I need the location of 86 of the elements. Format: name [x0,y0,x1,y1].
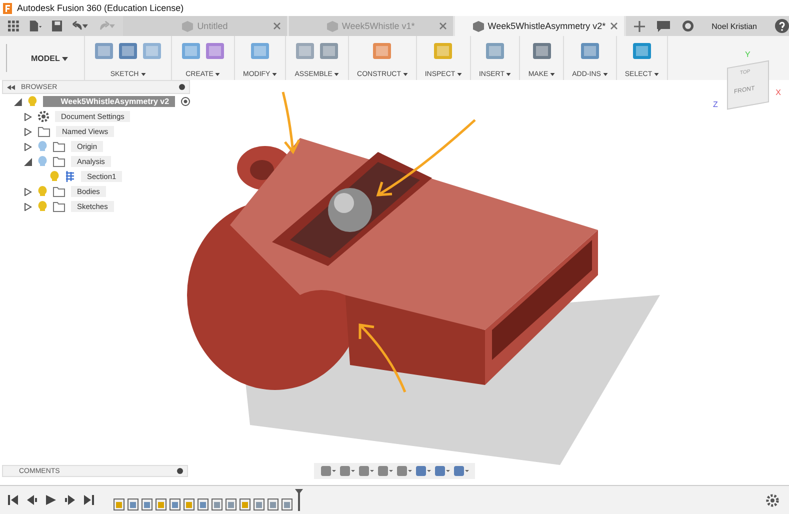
cube-icon [182,20,194,32]
folder-icon [53,142,65,152]
expand-toggle[interactable] [24,202,32,210]
caret-icon [550,73,556,76]
expand-toggle[interactable] [24,158,32,166]
timeline-feature-icon[interactable] [169,498,181,511]
timeline-feature-icon[interactable] [113,498,125,511]
caret-icon [456,73,462,76]
nav-tool-icon[interactable] [434,465,450,477]
tool-icon[interactable] [579,40,601,62]
skip-start-icon[interactable] [8,495,18,505]
undo-icon[interactable] [72,20,89,32]
caret-icon [140,73,146,76]
tool-icon[interactable] [318,40,340,62]
timeline-feature-icon[interactable] [141,498,153,511]
expand-toggle[interactable] [24,112,32,120]
folder-icon [38,126,50,136]
close-icon[interactable] [272,22,281,30]
tool-icon[interactable] [204,40,226,62]
gear-icon [38,111,49,122]
timeline-feature-icon[interactable] [183,498,195,511]
nav-tool-icon[interactable] [339,465,355,477]
new-tab-icon[interactable] [634,20,645,32]
tab-label: Untitled [197,21,228,31]
file-icon[interactable] [28,20,42,32]
timeline-feature-icon[interactable] [253,498,265,511]
nav-tool-icon[interactable] [320,465,336,477]
caret-icon [506,73,512,76]
folder-icon [53,202,65,212]
annotation-arrow [358,324,406,394]
expand-toggle[interactable] [14,98,22,106]
timeline-feature-icon[interactable] [211,498,223,511]
timeline-feature-icon[interactable] [155,498,167,511]
chat-icon[interactable] [656,20,670,32]
play-icon[interactable] [46,495,56,505]
tab-label: Week5Whistle v1* [342,21,415,31]
caret-icon [272,73,278,76]
help-icon[interactable] [775,19,789,33]
timeline-marker-icon[interactable] [295,489,303,511]
tab-label: Week5WhistleAsymmetry v2* [488,21,606,31]
nav-tool-icon[interactable] [415,465,431,477]
folder-icon [53,186,65,196]
caret-icon [602,73,608,76]
pin-icon[interactable] [177,468,183,474]
close-icon[interactable] [438,22,447,30]
tool-icon[interactable] [530,40,553,62]
caret-icon [402,73,408,76]
settings-icon[interactable] [766,494,779,506]
app-logo-icon [3,2,12,14]
nav-tool-icon[interactable] [377,465,393,477]
skip-end-icon[interactable] [84,495,94,505]
nav-tool-icon[interactable] [453,465,469,477]
window-title: Autodesk Fusion 360 (Education License) [17,3,184,13]
timeline-feature-icon[interactable] [197,498,209,511]
timeline-feature-icon[interactable] [267,498,279,511]
step-forward-icon[interactable] [65,495,75,505]
section-plane-icon [65,171,75,182]
caret-icon [654,73,659,76]
caret-icon [334,73,340,76]
timeline-feature-icon[interactable] [225,498,237,511]
caret-icon [215,73,220,76]
folder-icon [53,156,65,166]
expand-toggle[interactable] [24,128,32,136]
document-tab[interactable]: Week5WhistleAsymmetry v2* [454,16,626,36]
nav-tool-icon[interactable] [358,465,374,477]
save-icon[interactable] [52,20,62,32]
clock-icon[interactable] [682,20,694,32]
active-radio-icon[interactable] [181,97,190,106]
timeline-feature-icon[interactable] [127,498,139,511]
timeline-feature-icon[interactable] [239,498,251,511]
nav-tool-icon[interactable] [396,465,412,477]
caret-icon [62,56,68,60]
apps-grid-icon[interactable] [8,20,19,32]
annotation-arrow [282,90,300,154]
tool-icon[interactable] [117,40,139,62]
cube-icon [472,20,484,32]
close-icon[interactable] [610,22,618,30]
expand-toggle[interactable] [24,142,32,150]
cube-icon [326,20,338,32]
expand-toggle[interactable] [24,188,32,196]
pin-icon[interactable] [179,84,185,90]
tool-icon[interactable] [630,40,653,62]
collapse-icon[interactable] [7,84,15,90]
timeline-feature-icon[interactable] [281,498,293,511]
step-back-icon[interactable] [27,495,37,505]
user-name[interactable]: Noel Kristian [712,22,757,30]
